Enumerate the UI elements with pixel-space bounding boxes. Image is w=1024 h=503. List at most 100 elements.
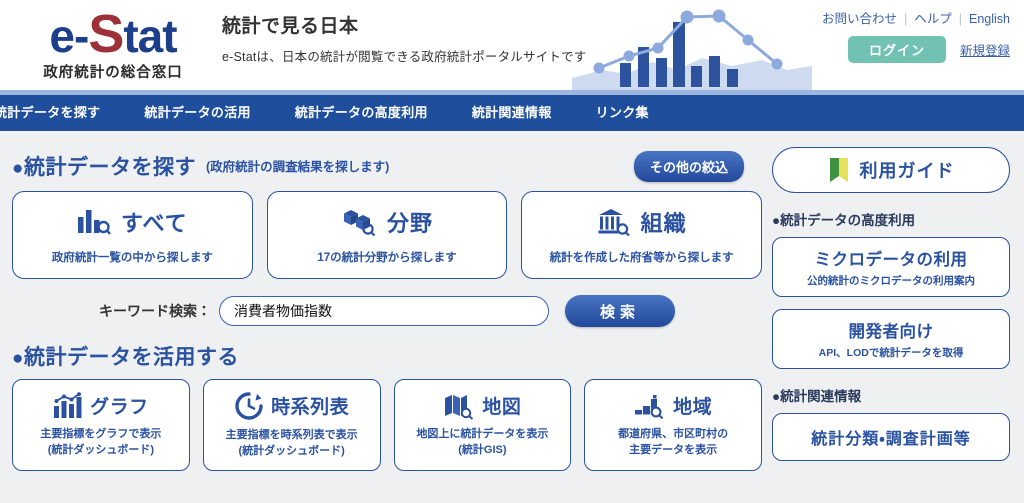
hero-text-block: 統計で見る日本 e-Statは、日本の統計が閲覧できる政府統計ポータルサイトです: [222, 11, 587, 65]
page-body: ●統計データを探す (政府統計の調査結果を探します) その他の絞込 すべて 政府…: [0, 131, 1024, 473]
english-link[interactable]: English: [969, 12, 1010, 26]
site-logo[interactable]: e-Stat 政府統計の総合窓口: [18, 6, 208, 82]
graph-icon: [53, 391, 83, 420]
use-card-graph-header: グラフ: [53, 391, 149, 420]
use-card-graph-sub2: (統計ダッシュボード): [47, 443, 155, 456]
user-guide-label: 利用ガイド: [859, 161, 955, 181]
search-card-all-title: すべて: [121, 210, 188, 236]
search-card-organization-title: 組織: [640, 210, 687, 236]
auth-controls: ログイン 新規登録: [847, 36, 1010, 63]
sidebar-card-developer-title: 開発者向け: [848, 323, 934, 341]
nav-item-search-data[interactable]: 統計データを探す: [0, 95, 122, 131]
section-title-search-text: 統計データを探す: [23, 156, 196, 179]
global-nav: 統計データを探す 統計データの活用 統計データの高度利用 統計関連情報 リンク集: [0, 95, 1024, 131]
sidebar-card-developer[interactable]: 開発者向け API、LODで統計データを取得: [772, 309, 1010, 369]
search-card-field-sub: 17の統計分野から探します: [317, 251, 457, 264]
bar-chart-search-icon: [77, 207, 111, 237]
use-card-region-sub1: 都道府県、市区町村の: [618, 427, 729, 440]
hero-title: 統計で見る日本: [222, 16, 359, 37]
logo-text-s: S: [88, 4, 124, 64]
section-header-use: ●統計データを活用する: [12, 339, 762, 373]
nav-item-advanced-use[interactable]: 統計データの高度利用: [273, 95, 450, 131]
use-card-map-sub2: (統計GIS): [458, 443, 507, 456]
sidebar-card-microdata[interactable]: ミクロデータの利用 公的統計のミクロデータの利用案内: [772, 237, 1010, 297]
nav-item-related-info[interactable]: 統計関連情報: [450, 95, 574, 131]
section-header-search: ●統計データを探す (政府統計の調査結果を探します) その他の絞込: [12, 149, 762, 183]
login-button[interactable]: ログイン: [847, 36, 946, 63]
use-card-region-sub2: 主要データを表示: [629, 443, 718, 456]
clock-icon: [234, 391, 264, 421]
search-button[interactable]: 検索: [565, 295, 675, 327]
main-column: ●統計データを探す (政府統計の調査結果を探します) その他の絞込 すべて 政府…: [0, 131, 763, 473]
use-card-map-sub1: 地図上に統計データを表示: [416, 427, 549, 440]
search-card-organization-sub: 統計を作成した府省等から探します: [549, 251, 734, 264]
use-card-map[interactable]: 地図 地図上に統計データを表示 (統計GIS): [393, 379, 572, 471]
use-card-timeseries[interactable]: 時系列表 主要指標を時系列表で表示 (統計ダッシュボード): [202, 379, 381, 471]
boxes-search-icon: [341, 207, 377, 237]
sidebar-card-developer-sub: API、LODで統計データを取得: [818, 347, 964, 359]
search-card-field-title: 分野: [387, 210, 434, 236]
logo-wordmark: e-Stat: [18, 6, 208, 63]
sidebar-card-classification[interactable]: 統計分類・調査計画等: [772, 413, 1010, 461]
search-card-all-sub: 政府統計一覧の中から探します: [51, 251, 213, 264]
bullet-dot-1: ●: [12, 158, 24, 179]
region-search-icon: [634, 392, 666, 420]
estat-portal-page: e-Stat 政府統計の総合窓口 統計で見る日本 e-Statは、日本の統計が閲…: [0, 0, 1024, 503]
use-card-region-sub: 都道府県、市区町村の 主要データを表示: [618, 427, 728, 459]
link-separator-1: |: [903, 12, 908, 26]
use-card-timeseries-sub: 主要指標を時系列表で表示 (統計ダッシュボード): [226, 428, 358, 460]
section-title-search: ●統計データを探す: [12, 151, 196, 181]
search-card-organization-header: 組織: [597, 206, 687, 238]
search-input[interactable]: [219, 296, 549, 326]
beginner-leaf-icon: [828, 157, 850, 183]
search-card-field-header: 分野: [341, 206, 433, 238]
use-card-map-title: 地図: [482, 397, 522, 419]
use-card-region-header: 地域: [634, 392, 712, 420]
section-title-use: ●統計データを活用する: [12, 341, 239, 371]
use-card-graph-sub1: 主要指標をグラフで表示: [40, 427, 162, 440]
contact-link[interactable]: お問い合わせ: [822, 12, 897, 26]
logo-text-tat: tat: [123, 10, 177, 62]
search-card-all[interactable]: すべて 政府統計一覧の中から探します: [12, 191, 253, 279]
hero-chart-illustration: [572, 0, 812, 90]
user-guide-button[interactable]: 利用ガイド: [772, 147, 1010, 193]
utility-links: お問い合わせ | ヘルプ | English: [822, 8, 1010, 27]
logo-text-e: e-: [49, 10, 89, 62]
register-link[interactable]: 新規登録: [960, 40, 1010, 59]
help-link[interactable]: ヘルプ: [914, 12, 952, 26]
sidebar-heading-advanced: ●統計データの高度利用: [772, 213, 916, 228]
hero-subtitle: e-Statは、日本の統計が閲覧できる政府統計ポータルサイトです: [222, 50, 587, 64]
use-card-region[interactable]: 地域 都道府県、市区町村の 主要データを表示: [584, 379, 762, 471]
map-search-icon: [443, 392, 475, 420]
nav-item-links[interactable]: リンク集: [574, 95, 671, 131]
sidebar-card-microdata-title: ミクロデータの利用: [814, 251, 968, 269]
nav-item-use-data[interactable]: 統計データの活用: [122, 95, 272, 131]
sidebar-heading-related: ●統計関連情報: [772, 389, 862, 404]
section-title-use-text: 統計データを活用する: [23, 346, 239, 369]
section-note-search: (政府統計の調査結果を探します): [205, 159, 390, 174]
sidebar: 利用ガイド ●統計データの高度利用 ミクロデータの利用 公的統計のミクロデータの…: [762, 131, 1024, 473]
search-card-field[interactable]: 分野 17の統計分野から探します: [266, 191, 508, 279]
use-card-timeseries-title: 時系列表: [271, 397, 350, 419]
use-card-graph-title: グラフ: [90, 397, 149, 419]
sidebar-card-microdata-sub: 公的統計のミクロデータの利用案内: [807, 275, 975, 287]
use-card-map-header: 地図: [443, 392, 521, 420]
other-filters-button[interactable]: その他の絞込: [633, 151, 744, 182]
keyword-search-label: キーワード検索：: [99, 303, 211, 319]
use-card-timeseries-header: 時系列表: [234, 391, 349, 421]
bullet-dot-2: ●: [12, 348, 24, 369]
search-card-organization[interactable]: 組織 統計を作成した府省等から探します: [521, 191, 763, 279]
search-card-all-header: すべて: [77, 206, 188, 238]
use-card-graph-sub: 主要指標をグラフで表示 (統計ダッシュボード): [40, 427, 161, 459]
use-card-row: グラフ 主要指標をグラフで表示 (統計ダッシュボード) 時系列表 主要指標を時系…: [12, 379, 762, 471]
use-card-map-sub: 地図上に統計データを表示 (統計GIS): [416, 427, 548, 459]
use-card-graph[interactable]: グラフ 主要指標をグラフで表示 (統計ダッシュボード): [12, 379, 190, 471]
site-header: e-Stat 政府統計の総合窓口 統計で見る日本 e-Statは、日本の統計が閲…: [0, 0, 1024, 90]
sidebar-card-classification-title: 統計分類・調査計画等: [811, 431, 971, 448]
use-card-timeseries-sub1: 主要指標を時系列表で表示: [225, 428, 358, 441]
keyword-search-row: キーワード検索： 検索: [12, 295, 762, 327]
use-card-region-title: 地域: [673, 397, 713, 419]
link-separator-2: |: [958, 12, 962, 26]
use-card-timeseries-sub2: (統計ダッシュボード): [238, 444, 345, 457]
search-card-row: すべて 政府統計一覧の中から探します 分野 17の統計分野から探します 組織 統…: [12, 191, 763, 279]
